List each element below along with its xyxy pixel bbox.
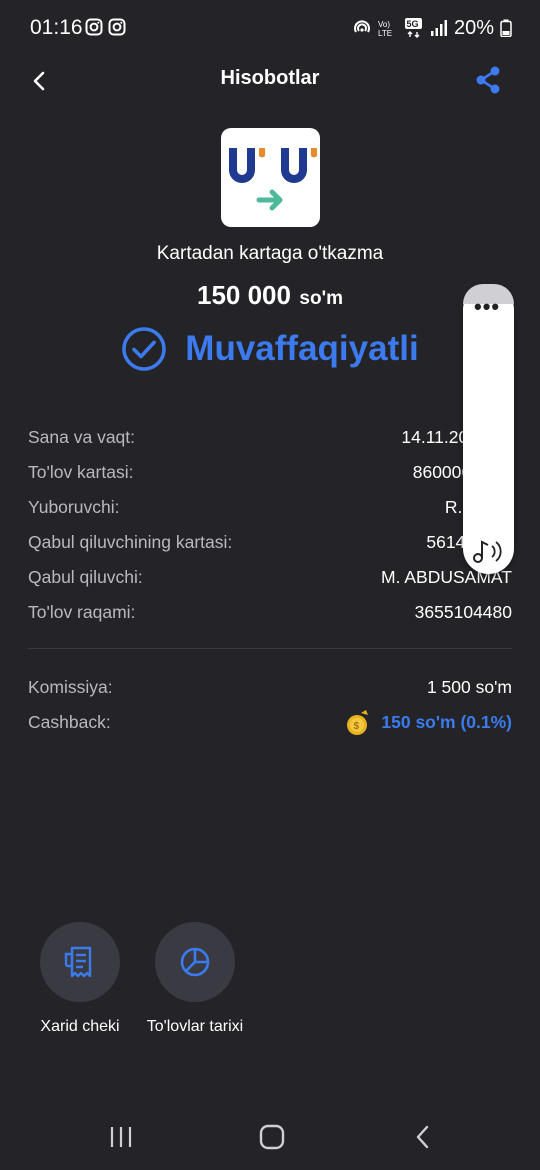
transfer-amount: 150 000 so'm bbox=[0, 280, 540, 311]
signal-icon bbox=[430, 20, 447, 36]
detail-label: To'lov raqami: bbox=[28, 602, 136, 622]
cashback-amount: 150 so'm (0.1%) bbox=[381, 712, 512, 732]
payment-history-button[interactable]: To'lovlar tarixi bbox=[130, 922, 260, 1036]
status-indicators: Vo) LTE 5G 20% bbox=[352, 14, 512, 42]
receipt-button-circle[interactable] bbox=[40, 922, 120, 1002]
nav-back-icon[interactable] bbox=[408, 1122, 438, 1152]
merchant-logo bbox=[221, 128, 320, 227]
pie-chart-icon bbox=[180, 947, 210, 977]
detail-label: Qabul qiluvchining kartasi: bbox=[28, 532, 233, 552]
detail-value: 3655104480 bbox=[414, 602, 512, 622]
detail-row-cashback: Cashback: $ 150 so'm (0.1%) bbox=[28, 705, 512, 740]
svg-text:Vo): Vo) bbox=[378, 20, 390, 29]
transaction-status: Muvaffaqiyatli bbox=[0, 326, 540, 372]
detail-row-date: Sana va vaqt: 14.11.2024 01 bbox=[28, 420, 512, 455]
fees-section: Komissiya: 1 500 so'm Cashback: $ 150 so… bbox=[28, 670, 512, 740]
detail-row-payment-number: To'lov raqami: 3655104480 bbox=[28, 595, 512, 630]
status-time: 01:16 bbox=[30, 16, 83, 39]
page-title: Hisobotlar bbox=[220, 67, 320, 89]
detail-row-sender: Yuboruvchi: R. MIRD bbox=[28, 490, 512, 525]
transaction-details: Sana va vaqt: 14.11.2024 01 To'lov karta… bbox=[28, 420, 512, 630]
battery-icon bbox=[500, 19, 512, 37]
detail-row-recipient: Qabul qiluvchi: M. ABDUSAMAT bbox=[28, 560, 512, 595]
cashback-value: $ 150 so'm (0.1%) bbox=[345, 709, 512, 737]
receipt-label: Xarid cheki bbox=[40, 1018, 120, 1035]
detail-label: Sana va vaqt: bbox=[28, 427, 136, 447]
music-sound-icon[interactable] bbox=[471, 536, 505, 566]
more-dots-icon[interactable]: ••• bbox=[474, 296, 500, 318]
network-type-icon: 5G bbox=[404, 18, 422, 38]
battery-percent: 20% bbox=[453, 16, 494, 39]
receipt-icon bbox=[64, 946, 92, 978]
coin-icon: $ bbox=[347, 709, 369, 735]
system-nav-bar bbox=[0, 1100, 540, 1170]
home-icon[interactable] bbox=[257, 1122, 287, 1152]
svg-text:LTE: LTE bbox=[378, 29, 392, 38]
share-button[interactable] bbox=[472, 64, 504, 96]
floating-sound-panel[interactable]: ••• bbox=[463, 284, 514, 574]
app-header: Hisobotlar bbox=[0, 56, 540, 106]
transfer-type: Kartadan kartaga o'tkazma bbox=[156, 243, 384, 264]
receipt-button[interactable]: Xarid cheki bbox=[15, 922, 145, 1036]
detail-label: Yuboruvchi: bbox=[28, 497, 120, 517]
svg-text:$: $ bbox=[354, 721, 360, 732]
detail-label: Cashback: bbox=[28, 712, 111, 732]
amount-value: 150 000 bbox=[196, 280, 291, 310]
svg-text:5G: 5G bbox=[406, 19, 418, 29]
status-bar: 01:16 Vo) LTE 5G 20% bbox=[0, 0, 540, 56]
uzcard-logo-icon bbox=[229, 148, 317, 211]
detail-row-commission: Komissiya: 1 500 so'm bbox=[28, 670, 512, 705]
instagram-icon bbox=[85, 18, 103, 36]
instagram-icon bbox=[108, 18, 126, 36]
detail-row-payment-card: To'lov kartasi: 860006****** bbox=[28, 455, 512, 490]
detail-label: Qabul qiluvchi: bbox=[28, 567, 143, 587]
detail-value: 1 500 so'm bbox=[426, 677, 512, 697]
detail-label: Komissiya: bbox=[28, 677, 113, 697]
detail-label: To'lov kartasi: bbox=[28, 462, 134, 482]
hotspot-icon bbox=[353, 20, 370, 33]
divider bbox=[28, 648, 512, 649]
volte-icon: Vo) LTE bbox=[378, 20, 392, 38]
payment-history-button-circle[interactable] bbox=[155, 922, 235, 1002]
detail-row-recipient-card: Qabul qiluvchining kartasi: 561468**** bbox=[28, 525, 512, 560]
check-circle-icon bbox=[122, 327, 167, 371]
status-text: Muvaffaqiyatli bbox=[185, 329, 419, 368]
amount-currency: so'm bbox=[299, 288, 344, 309]
recent-apps-icon[interactable] bbox=[106, 1122, 136, 1152]
payment-history-label: To'lovlar tarixi bbox=[146, 1018, 244, 1035]
